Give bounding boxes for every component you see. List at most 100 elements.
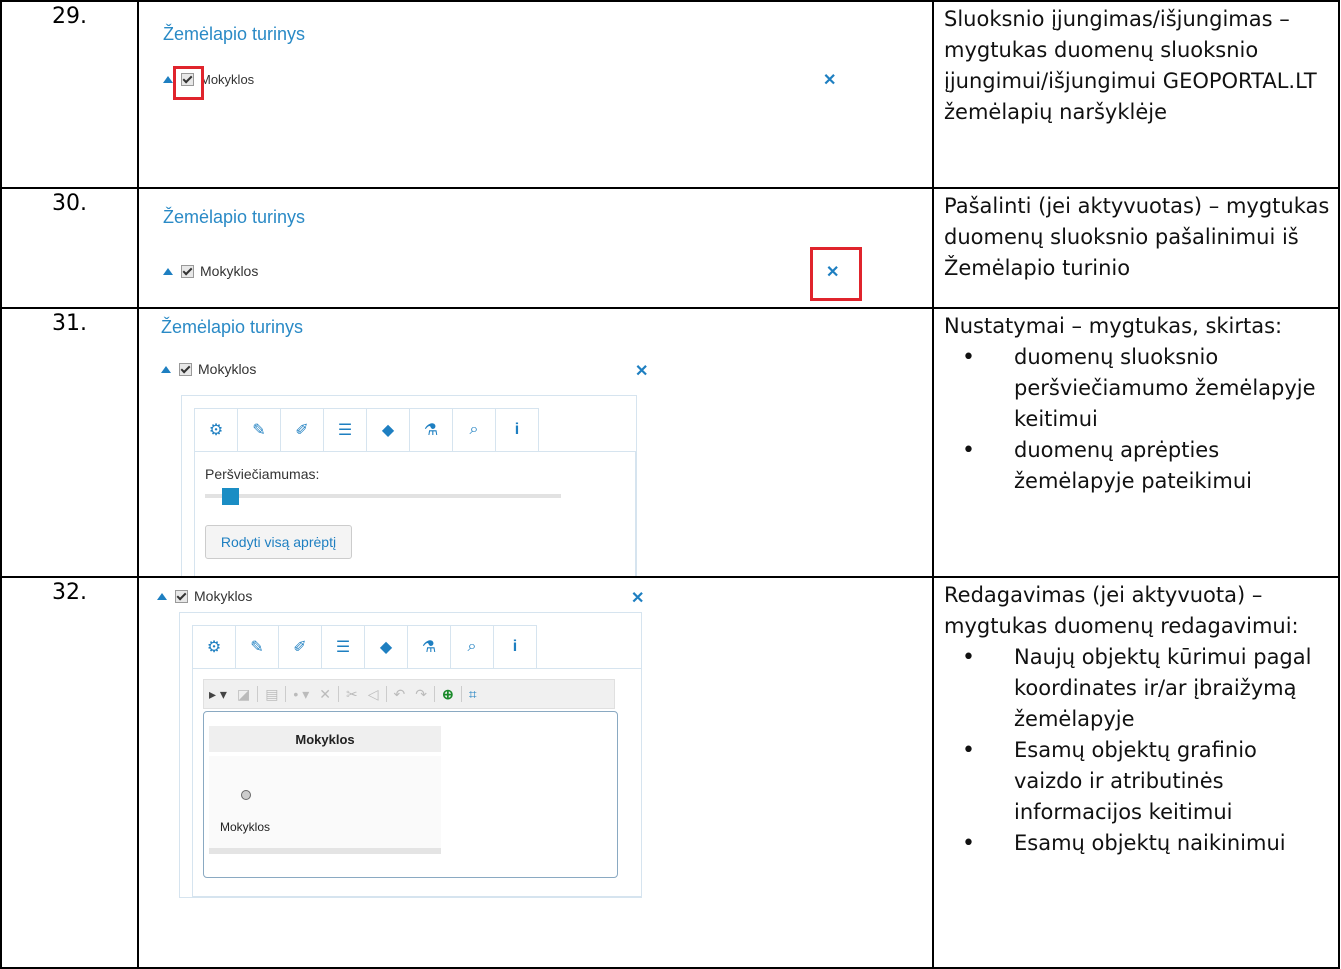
cut-icon[interactable]: ✂: [346, 686, 358, 703]
layer-settings-panel: ⚙ ✎ ✐ ☰ ◆ ⚗ ⌕ i Peršviečiamumas: Rodyti …: [181, 395, 637, 575]
screenshot-cell: Žemėlapio turinys Mokyklos ✕: [137, 187, 934, 309]
highlight-box: [173, 66, 204, 100]
layer-row: Mokyklos: [161, 361, 256, 377]
screenshot-cell: Žemėlapio turinys Mokyklos ✕: [137, 0, 934, 189]
triangle-up-icon[interactable]: [163, 267, 173, 275]
tab-content: ▸ ▾ ◪ ▤ • ▾ ✕ ✂ ◁ ↶ ↷ ⊕ ⌗ Mokyklos Mokyk…: [192, 668, 642, 897]
description-text: Sluoksnio įjungimas/išjungimas – mygtuka…: [944, 7, 1317, 124]
settings-icon[interactable]: ⚙: [194, 408, 237, 452]
tags-icon[interactable]: ◆: [364, 625, 407, 669]
template-body: [209, 756, 441, 854]
search-icon[interactable]: ⌕: [450, 625, 493, 669]
list-item: duomenų aprėpties žemėlapyje pateikimui: [962, 435, 1330, 497]
redo-icon[interactable]: ↷: [415, 686, 427, 703]
toolbar-separator: [433, 686, 435, 702]
document-icon[interactable]: ▤: [265, 686, 278, 703]
info-icon[interactable]: i: [493, 625, 537, 669]
edit-toolbar: ▸ ▾ ◪ ▤ • ▾ ✕ ✂ ◁ ↶ ↷ ⊕ ⌗: [203, 679, 615, 709]
table-row-29: 29. Žemėlapio turinys Mokyklos ✕ Sluoksn…: [0, 0, 1340, 189]
pencil-icon[interactable]: ✎: [235, 625, 278, 669]
template-header: Mokyklos: [209, 726, 441, 752]
list-icon[interactable]: ☰: [321, 625, 364, 669]
triangle-up-icon[interactable]: [157, 592, 167, 600]
triangle-up-icon[interactable]: [161, 365, 171, 373]
triangle-up-icon[interactable]: [163, 76, 173, 83]
toolbar-separator: [257, 686, 259, 702]
layer-row: Mokyklos: [163, 263, 258, 279]
description-text: Pašalinti (jei aktyvuotas) – mygtukas du…: [944, 194, 1330, 280]
show-extent-button[interactable]: Rodyti visą aprėptį: [205, 525, 352, 559]
eraser-icon[interactable]: ◪: [237, 686, 250, 703]
row-number: 31.: [0, 307, 139, 578]
search-icon[interactable]: ⌕: [452, 408, 495, 452]
description-list: duomenų sluoksnio peršviečiamumo žemėlap…: [944, 342, 1330, 497]
screenshot-cell: Mokyklos ✕ ⚙ ✎ ✐ ☰ ◆ ⚗ ⌕ i ▸ ▾ ◪ ▤ • ▾ ✕…: [137, 576, 934, 969]
layer-name: Mokyklos: [200, 72, 255, 87]
template-footer: [209, 848, 441, 854]
point-symbol-icon[interactable]: [241, 790, 251, 800]
list-item: Naujų objektų kūrimui pagal koordinates …: [962, 642, 1330, 735]
row-number: 30.: [0, 187, 139, 309]
reshape-icon[interactable]: ◁: [368, 686, 379, 703]
checkbox-checked-icon[interactable]: [181, 264, 194, 278]
list-item: Esamų objektų naikinimui: [962, 828, 1330, 859]
checkbox-checked-icon[interactable]: [175, 589, 188, 603]
description-cell: Sluoksnio įjungimas/išjungimas – mygtuka…: [932, 0, 1340, 189]
table-row-30: 30. Žemėlapio turinys Mokyklos ✕ Pašalin…: [0, 187, 1340, 309]
eyedropper-icon[interactable]: ✐: [278, 625, 321, 669]
template-label[interactable]: Mokyklos: [220, 820, 270, 834]
add-icon[interactable]: ⊕: [442, 686, 454, 703]
map-content-title: Žemėlapio turinys: [161, 317, 304, 337]
info-icon[interactable]: i: [495, 408, 539, 452]
close-icon[interactable]: ✕: [826, 262, 839, 282]
transparency-slider-track[interactable]: [205, 494, 561, 498]
tool-tabs: ⚙ ✎ ✐ ☰ ◆ ⚗ ⌕ i: [192, 625, 537, 669]
flask-icon[interactable]: ⚗: [407, 625, 450, 669]
list-item: Esamų objektų grafinio vaizdo ir atribut…: [962, 735, 1330, 828]
list-icon[interactable]: ☰: [323, 408, 366, 452]
close-icon[interactable]: ✕: [631, 588, 644, 608]
layer-name: Mokyklos: [200, 263, 259, 279]
tags-icon[interactable]: ◆: [366, 408, 409, 452]
toolbar-separator: [285, 686, 287, 702]
toolbar-separator: [385, 686, 387, 702]
description-list: Naujų objektų kūrimui pagal koordinates …: [944, 642, 1330, 859]
toolbar-separator: [337, 686, 339, 702]
document-page: 29. Žemėlapio turinys Mokyklos ✕ Sluoksn…: [0, 0, 1341, 969]
description-cell: Redagavimas (jei aktyvuota) – mygtukas d…: [932, 576, 1340, 969]
toolbar-separator: [460, 686, 462, 702]
template-picker: Mokyklos Mokyklos: [203, 711, 618, 878]
point-icon[interactable]: • ▾: [293, 686, 309, 703]
layer-name: Mokyklos: [194, 588, 253, 604]
close-icon[interactable]: ✕: [635, 361, 648, 381]
pencil-icon[interactable]: ✎: [237, 408, 280, 452]
undo-icon[interactable]: ↶: [394, 686, 406, 703]
row-number: 29.: [0, 0, 139, 189]
description-cell: Pašalinti (jei aktyvuotas) – mygtukas du…: [932, 187, 1340, 309]
layer-name: Mokyklos: [198, 361, 257, 377]
list-item: duomenų sluoksnio peršviečiamumo žemėlap…: [962, 342, 1330, 435]
delete-icon[interactable]: ✕: [319, 686, 331, 703]
eyedropper-icon[interactable]: ✐: [280, 408, 323, 452]
tab-content: Peršviečiamumas: Rodyti visą aprėptį: [194, 451, 636, 575]
checkbox-checked-icon[interactable]: [179, 362, 192, 376]
table-row-31: 31. Žemėlapio turinys Mokyklos ✕ ⚙ ✎ ✐ ☰…: [0, 307, 1340, 578]
transparency-label: Peršviečiamumas:: [205, 466, 320, 482]
layer-edit-panel: ⚙ ✎ ✐ ☰ ◆ ⚗ ⌕ i ▸ ▾ ◪ ▤ • ▾ ✕ ✂ ◁ ↶ ↷ ⊕ …: [179, 612, 642, 898]
description-intro: Nustatymai – mygtukas, skirtas:: [944, 314, 1283, 338]
flask-icon[interactable]: ⚗: [409, 408, 452, 452]
description-intro: Redagavimas (jei aktyvuota) – mygtukas d…: [944, 583, 1299, 638]
tool-tabs: ⚙ ✎ ✐ ☰ ◆ ⚗ ⌕ i: [194, 408, 539, 452]
settings-icon[interactable]: ⚙: [192, 625, 235, 669]
select-arrow-icon[interactable]: ▸ ▾: [209, 686, 227, 703]
instructions-table: 29. Žemėlapio turinys Mokyklos ✕ Sluoksn…: [0, 0, 1340, 969]
map-content-title: Žemėlapio turinys: [163, 24, 306, 44]
row-number: 32.: [0, 576, 139, 969]
transparency-slider-handle[interactable]: [221, 488, 239, 505]
map-content-title: Žemėlapio turinys: [163, 207, 306, 227]
close-icon[interactable]: ✕: [823, 70, 836, 90]
description-cell: Nustatymai – mygtukas, skirtas: duomenų …: [932, 307, 1340, 578]
layer-row: Mokyklos: [157, 588, 252, 604]
extent-icon[interactable]: ⌗: [469, 686, 477, 703]
table-row-32: 32. Mokyklos ✕ ⚙ ✎ ✐ ☰ ◆ ⚗ ⌕ i ▸ ▾ ◪ ▤ •…: [0, 576, 1340, 969]
